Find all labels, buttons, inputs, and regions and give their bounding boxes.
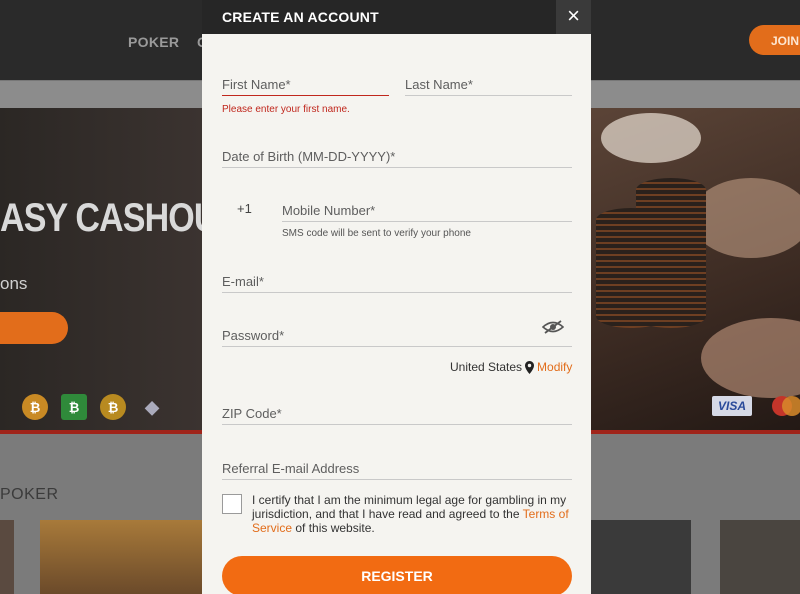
nav-item-poker[interactable]: POKER [128, 34, 179, 50]
hero-left-panel [0, 108, 202, 430]
last-name-field [405, 70, 572, 96]
certify-text-before: I certify that I am the minimum legal ag… [252, 493, 567, 521]
dob-field [222, 142, 572, 168]
create-account-modal: CREATE AN ACCOUNT × Please enter your fi… [202, 0, 591, 594]
modify-country-link[interactable]: Modify [537, 360, 572, 374]
password-field [222, 321, 572, 347]
country-selector: United States Modify [450, 360, 572, 374]
zip-field [222, 399, 572, 425]
bitcoin-icon: ₿ [22, 394, 48, 420]
phone-country-code[interactable]: +1 [237, 201, 252, 216]
poker-chips [596, 168, 716, 328]
eye-slash-icon[interactable] [541, 319, 565, 340]
payment-icons: ₿ ₿ ₿ ◆ [22, 394, 165, 420]
game-thumbnail[interactable] [720, 520, 800, 594]
game-thumbnail[interactable] [0, 520, 14, 594]
first-name-input[interactable] [222, 70, 389, 95]
hero-cta-button[interactable] [0, 312, 68, 344]
hero-subline: ons [0, 274, 28, 293]
game-thumbnail[interactable] [591, 520, 691, 594]
bitcoin-sv-icon: ₿ [100, 394, 126, 420]
mobile-hint: SMS code will be sent to verify your pho… [282, 228, 471, 239]
first-name-error: Please enter your first name. [222, 104, 350, 115]
close-icon[interactable]: × [556, 0, 591, 34]
game-thumbnail[interactable] [40, 520, 202, 594]
country-name: United States [450, 360, 523, 374]
ethereum-icon: ◆ [145, 396, 159, 417]
bitcoin-cash-icon: ₿ [61, 394, 87, 420]
email-field [222, 267, 572, 293]
password-input[interactable] [222, 321, 572, 346]
modal-title: CREATE AN ACCOUNT [222, 9, 379, 25]
visa-icon: VISA [712, 396, 752, 416]
zip-input[interactable] [222, 399, 572, 424]
mastercard-icon [772, 396, 800, 416]
mobile-field [282, 196, 572, 222]
mobile-input[interactable] [282, 196, 572, 221]
email-input[interactable] [222, 267, 572, 292]
section-title: POKER [0, 486, 59, 503]
referral-field [222, 454, 572, 480]
certify-text-after: of this website. [292, 521, 375, 535]
referral-input[interactable] [222, 454, 572, 479]
register-button[interactable]: REGISTER [222, 556, 572, 594]
dob-input[interactable] [222, 142, 572, 167]
last-name-input[interactable] [405, 70, 572, 95]
join-button[interactable]: JOIN [749, 25, 800, 55]
certify-checkbox[interactable] [222, 494, 242, 514]
first-name-field [222, 70, 389, 96]
certify-text: I certify that I am the minimum legal ag… [252, 493, 572, 535]
modal-header: CREATE AN ACCOUNT × [202, 0, 591, 34]
map-pin-icon [525, 360, 535, 374]
